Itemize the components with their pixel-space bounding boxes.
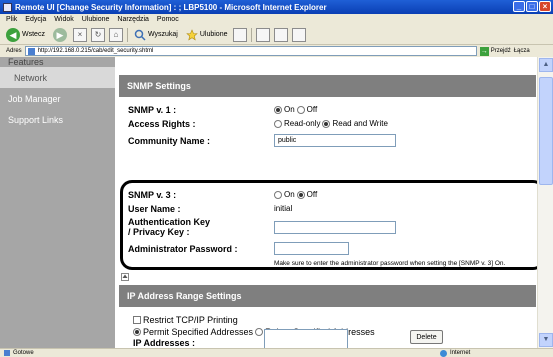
ip-addresses-list[interactable] bbox=[264, 329, 348, 348]
refresh-icon[interactable]: ↻ bbox=[90, 27, 105, 42]
community-name-row: Community Name : public bbox=[128, 133, 396, 148]
print-icon[interactable] bbox=[274, 27, 289, 42]
menu-view[interactable]: Widok bbox=[54, 16, 73, 23]
page-status-icon bbox=[4, 350, 10, 356]
snmp-v1-row: SNMP v. 1 : On Off bbox=[128, 103, 317, 116]
favorites-button[interactable]: Ulubione bbox=[184, 27, 230, 43]
scroll-thumb[interactable] bbox=[539, 77, 553, 185]
forward-button[interactable]: ▶ bbox=[51, 27, 69, 43]
search-button[interactable]: Wyszukaj bbox=[132, 27, 180, 43]
access-rights-label: Access Rights : bbox=[128, 118, 196, 129]
sidebar-item-job-manager[interactable]: Job Manager bbox=[0, 88, 115, 109]
back-arrow-icon: ◀ bbox=[6, 27, 20, 42]
scroll-down-icon[interactable]: ▼ bbox=[539, 333, 553, 347]
read-only-radio[interactable] bbox=[274, 119, 282, 128]
menu-bar: Plik Edycja Widok Ulubione Narzędzia Pom… bbox=[0, 14, 553, 25]
snmp-v1-on-label: On bbox=[284, 105, 295, 114]
stop-icon[interactable]: × bbox=[72, 27, 87, 42]
ip-addresses-row: IP Addresses : bbox=[133, 337, 279, 348]
sidebar-item-features[interactable]: Features bbox=[0, 57, 115, 67]
toolbar-separator bbox=[126, 27, 128, 42]
menu-favorites[interactable]: Ulubione bbox=[82, 16, 110, 23]
snmp-v3-callout bbox=[120, 180, 545, 270]
snmp-v1-label: SNMP v. 1 : bbox=[128, 104, 177, 115]
restrict-checkbox[interactable] bbox=[133, 315, 141, 324]
ip-range-header: IP Address Range Settings bbox=[119, 285, 536, 307]
menu-tools[interactable]: Narzędzia bbox=[117, 16, 149, 23]
favorites-label: Ulubione bbox=[199, 31, 228, 38]
minimize-button[interactable]: _ bbox=[513, 1, 525, 12]
toolbar: ◀ Wstecz ▶ × ↻ ⌂ Wyszukaj Ulubione bbox=[0, 25, 553, 45]
menu-help[interactable]: Pomoc bbox=[157, 16, 179, 23]
go-label: Przejdź bbox=[490, 48, 511, 54]
toolbar-separator bbox=[251, 27, 253, 42]
globe-icon bbox=[440, 349, 447, 357]
page-icon bbox=[27, 47, 35, 55]
read-write-label: Read and Write bbox=[332, 119, 388, 128]
menu-edit[interactable]: Edycja bbox=[25, 16, 46, 23]
forward-arrow-icon: ▶ bbox=[52, 27, 67, 42]
community-name-label: Community Name : bbox=[128, 135, 211, 146]
links-label[interactable]: Łącza bbox=[514, 48, 530, 54]
menu-file[interactable]: Plik bbox=[6, 16, 17, 23]
access-rights-row: Access Rights : Read-only Read and Write bbox=[128, 117, 388, 130]
go-arrow-icon: → bbox=[479, 46, 489, 56]
window-title: Remote UI [Change Security Information] … bbox=[15, 2, 327, 12]
ip-addresses-label: IP Addresses : bbox=[133, 338, 196, 348]
search-label: Wyszukaj bbox=[147, 31, 178, 38]
sidebar-item-support-links[interactable]: Support Links bbox=[0, 109, 115, 130]
go-button[interactable]: → Przejdź bbox=[479, 46, 511, 56]
delete-button[interactable]: Delete bbox=[410, 330, 443, 344]
snmp-settings-header: SNMP Settings bbox=[119, 75, 536, 97]
vertical-scrollbar[interactable]: ▲ ▼ bbox=[537, 57, 553, 348]
address-label: Adres bbox=[6, 48, 22, 54]
back-button[interactable]: ◀ Wstecz bbox=[4, 27, 47, 43]
community-name-input[interactable]: public bbox=[274, 134, 396, 147]
ie-icon bbox=[3, 2, 12, 12]
home-icon[interactable]: ⌂ bbox=[108, 27, 123, 42]
address-url: http://192.168.0.215/cab/edit_security.s… bbox=[37, 48, 154, 54]
snmp-v1-off-radio[interactable] bbox=[296, 105, 305, 114]
snmp-v1-on-radio[interactable] bbox=[274, 105, 282, 114]
status-bar: Gotowe Internet bbox=[0, 348, 553, 357]
reject-radio[interactable] bbox=[255, 327, 264, 336]
page-content: Features Network Job Manager Support Lin… bbox=[0, 57, 553, 348]
address-bar: Adres http://192.168.0.215/cab/edit_secu… bbox=[0, 45, 553, 57]
snmp-v1-off-label: Off bbox=[306, 105, 318, 114]
title-bar: Remote UI [Change Security Information] … bbox=[0, 0, 553, 14]
window-controls: _ □ × bbox=[513, 1, 551, 12]
edit-icon[interactable] bbox=[292, 27, 307, 42]
read-only-label: Read-only bbox=[284, 119, 321, 128]
close-button[interactable]: × bbox=[539, 1, 551, 12]
read-write-radio[interactable] bbox=[322, 119, 331, 128]
history-icon[interactable] bbox=[233, 27, 248, 42]
scroll-up-icon[interactable]: ▲ bbox=[539, 58, 553, 72]
page-top-icon[interactable] bbox=[121, 273, 129, 281]
security-zone: Internet bbox=[440, 349, 471, 357]
address-input[interactable]: http://192.168.0.215/cab/edit_security.s… bbox=[24, 46, 477, 56]
search-icon bbox=[134, 29, 146, 41]
mail-icon[interactable] bbox=[256, 27, 271, 42]
permit-label: Permit Specified Addresses bbox=[143, 326, 254, 337]
sidebar-item-network[interactable]: Network bbox=[0, 67, 115, 88]
restrict-label: Restrict TCP/IP Printing bbox=[143, 314, 238, 325]
zone-label: Internet bbox=[450, 350, 471, 356]
maximize-button[interactable]: □ bbox=[526, 1, 538, 12]
permit-radio[interactable] bbox=[133, 327, 141, 336]
sidebar: Features Network Job Manager Support Lin… bbox=[0, 57, 115, 348]
status-text: Gotowe bbox=[13, 350, 34, 356]
star-icon bbox=[186, 28, 198, 40]
back-label: Wstecz bbox=[22, 31, 45, 38]
